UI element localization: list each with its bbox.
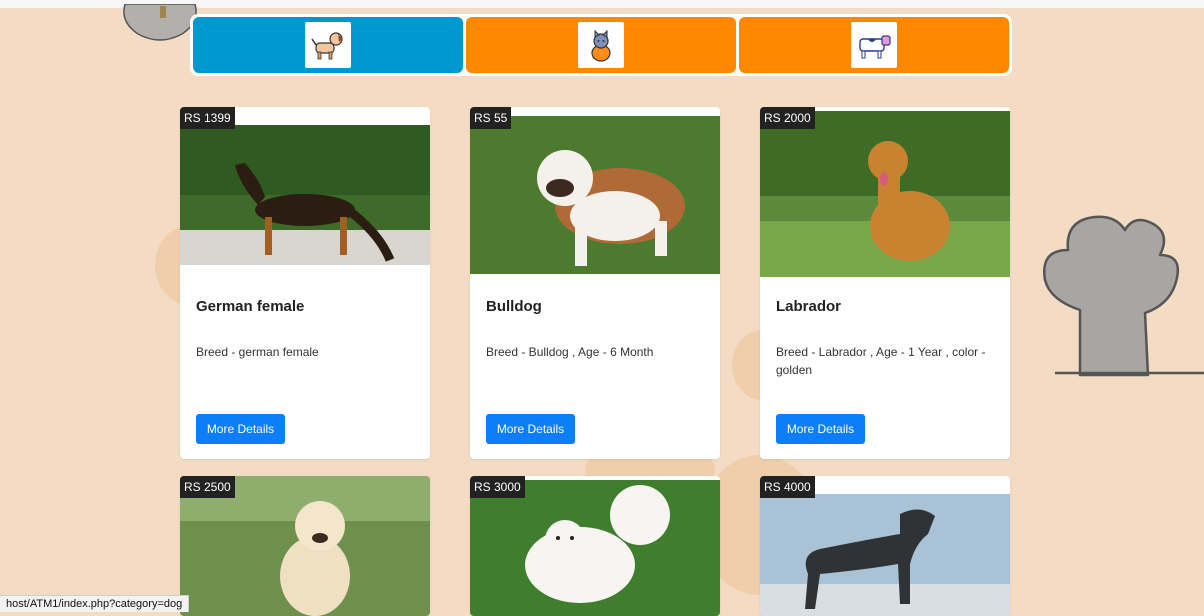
browser-status-url: host/ATM1/index.php?category=dog: [0, 595, 190, 612]
price-badge: RS 1399: [180, 107, 235, 129]
pet-title: Bulldog: [486, 298, 542, 315]
more-details-button[interactable]: More Details: [196, 414, 285, 444]
more-details-button[interactable]: More Details: [776, 414, 865, 444]
cat-icon: [578, 22, 624, 68]
tab-cat[interactable]: [466, 17, 736, 73]
labrador-photo: [760, 111, 1010, 277]
pet-card: RS 4000: [760, 476, 1010, 616]
spitz-photo: [470, 480, 720, 616]
category-tabs: [190, 14, 1012, 76]
great-dane-photo: [760, 494, 1010, 616]
cow-icon: [851, 22, 897, 68]
more-details-button[interactable]: More Details: [486, 414, 575, 444]
pet-card: RS 3000: [470, 476, 720, 616]
price-badge: RS 2500: [180, 476, 235, 498]
pet-card: RS 55 Bulldog Breed - Bulldog , Age - 6 …: [470, 107, 720, 459]
price-badge: RS 4000: [760, 476, 815, 498]
dog-icon: [305, 22, 351, 68]
tab-dog[interactable]: [193, 17, 463, 73]
pet-title: German female: [196, 298, 305, 315]
bulldog-photo: [470, 116, 720, 274]
pet-card: RS 2500: [180, 476, 430, 616]
pet-card: RS 2000 Labrador Breed - Labrador , Age …: [760, 107, 1010, 459]
price-badge: RS 2000: [760, 107, 815, 129]
pet-description: Breed - german female: [196, 345, 319, 359]
pet-description: Breed - Labrador , Age - 1 Year , color …: [776, 345, 986, 377]
pet-description: Breed - Bulldog , Age - 6 Month: [486, 345, 654, 359]
pet-title: Labrador: [776, 298, 842, 315]
tab-cow[interactable]: [739, 17, 1009, 73]
pet-card: RS 1399 German female Breed - german fem…: [180, 107, 430, 459]
price-badge: RS 3000: [470, 476, 525, 498]
german-shepherd-photo: [180, 125, 430, 265]
price-badge: RS 55: [470, 107, 512, 129]
paw-tree-decoration-icon: [1043, 215, 1204, 377]
